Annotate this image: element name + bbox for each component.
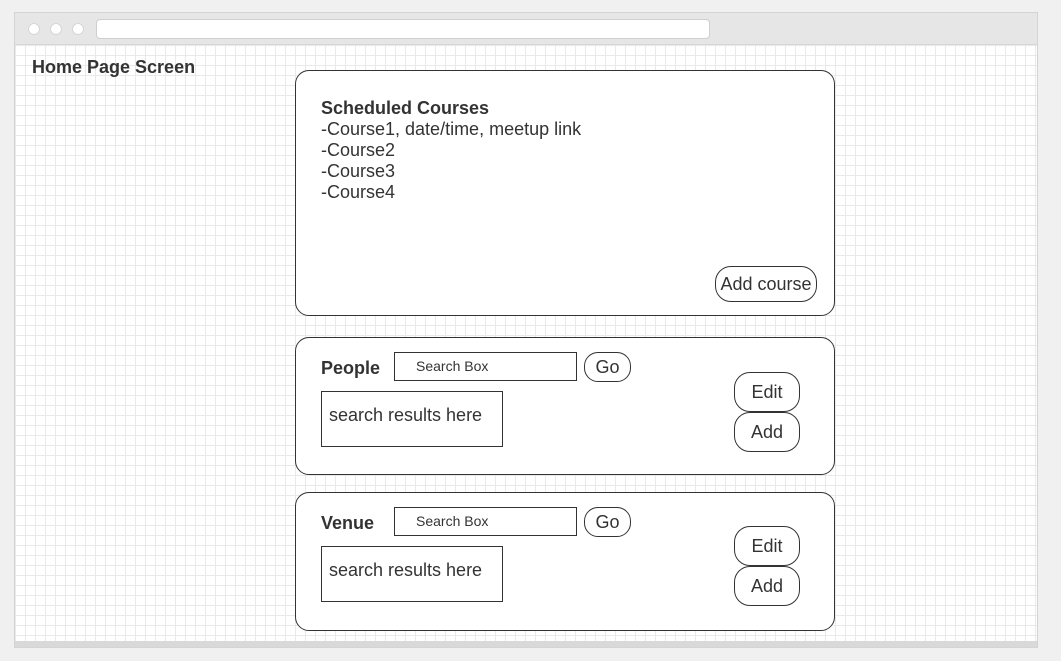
browser-window: Home Page Screen Scheduled Courses -Cour… [14, 12, 1038, 648]
page-title: Home Page Screen [32, 57, 196, 77]
window-maximize-icon[interactable] [72, 23, 84, 35]
venue-add-button[interactable]: Add [734, 566, 800, 606]
address-bar[interactable] [96, 19, 710, 39]
people-panel: People Search Box Go search results here… [295, 337, 835, 475]
venue-panel: Venue Search Box Go search results here … [295, 492, 835, 631]
course-item[interactable]: -Course4 [321, 182, 581, 203]
window-minimize-icon[interactable] [50, 23, 62, 35]
add-course-button[interactable]: Add course [715, 266, 817, 302]
people-add-button[interactable]: Add [734, 412, 800, 452]
course-item[interactable]: -Course2 [321, 140, 581, 161]
courses-list: Scheduled Courses -Course1, date/time, m… [321, 98, 581, 203]
window-bottom-bar [15, 641, 1037, 647]
venue-search-results: search results here [321, 546, 503, 602]
window-close-icon[interactable] [28, 23, 40, 35]
courses-heading: Scheduled Courses [321, 98, 490, 118]
people-go-button[interactable]: Go [584, 352, 631, 382]
venue-go-button[interactable]: Go [584, 507, 631, 537]
venue-label: Venue [321, 513, 375, 533]
course-item[interactable]: -Course1, date/time, meetup link [321, 119, 581, 140]
venue-search-input[interactable]: Search Box [394, 507, 577, 536]
people-search-results: search results here [321, 391, 503, 447]
people-search-input[interactable]: Search Box [394, 352, 577, 381]
window-titlebar [15, 13, 1037, 45]
wireframe-canvas: Home Page Screen Scheduled Courses -Cour… [15, 45, 1037, 643]
people-edit-button[interactable]: Edit [734, 372, 800, 412]
course-item[interactable]: -Course3 [321, 161, 581, 182]
people-label: People [321, 358, 381, 378]
venue-edit-button[interactable]: Edit [734, 526, 800, 566]
scheduled-courses-panel: Scheduled Courses -Course1, date/time, m… [295, 70, 835, 316]
